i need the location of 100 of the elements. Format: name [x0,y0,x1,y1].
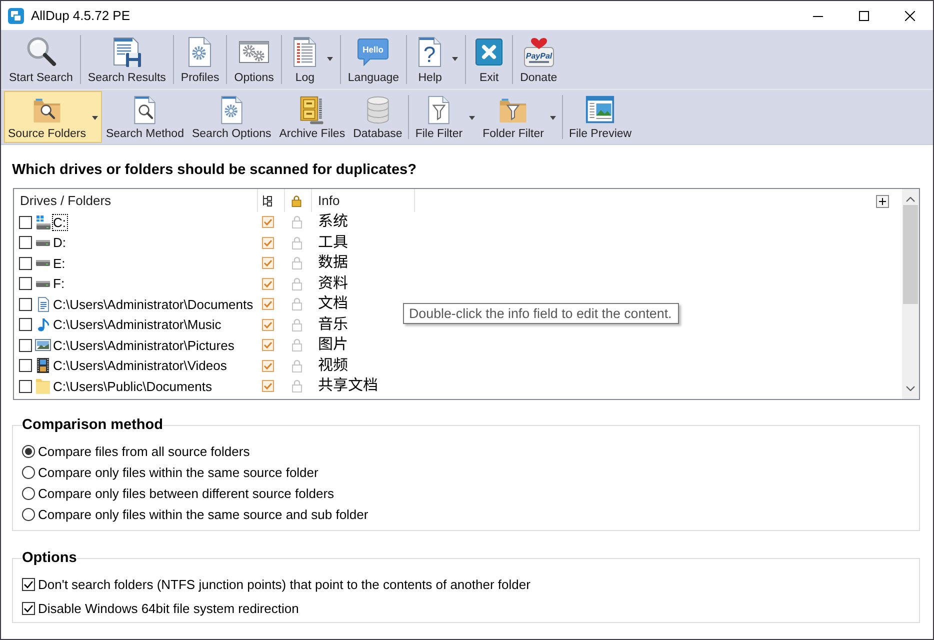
document-disk-icon [110,36,143,68]
radio-option[interactable]: Compare files from all source folders [22,441,250,462]
tick-box-icon[interactable] [262,318,274,331]
caret-icon[interactable] [550,116,556,120]
toolbar-button[interactable]: Start Search [4,30,78,89]
toolbar-button[interactable]: Log [284,30,338,89]
info-text: 文档 [318,295,348,312]
folder-path[interactable]: C:\Users\Administrator\Videos [52,357,229,374]
column-header[interactable]: Info [312,189,415,212]
folder-path[interactable]: E: [52,254,68,272]
tick-box-icon[interactable] [262,216,274,228]
group-title: Comparison method [22,416,163,434]
group-title: Options [22,549,77,567]
folder-path[interactable]: C:\Users\Administrator\Music [52,316,224,334]
checkbox[interactable] [19,359,32,372]
drive-icon [36,260,50,266]
caret-icon[interactable] [92,116,98,120]
info-text: 共享文档 [318,377,378,394]
toolbar-button[interactable]: Exit [468,30,510,89]
tick-box-icon[interactable] [262,278,274,290]
checkbox[interactable] [19,277,32,290]
column-header[interactable]: Drives / Folders [14,189,258,212]
checkbox[interactable] [19,380,32,393]
radio-option[interactable]: Compare only files within the same source and sub folder [22,504,368,525]
radio-icon[interactable] [22,445,35,458]
folder-path[interactable]: F: [52,275,67,292]
film-icon [37,358,49,374]
info-text: 系统 [318,213,348,230]
checkbox-option[interactable]: Disable Windows 64bit file system redirection [22,596,299,620]
tick-box-icon[interactable] [262,298,274,310]
toolbar-button[interactable]: File Preview [564,91,636,143]
folder-path[interactable]: C: [52,214,68,231]
radio-icon[interactable] [22,487,35,500]
toolbar-button[interactable]: ? Help [409,30,464,89]
magnifier-icon [24,36,57,68]
drive-icon [36,240,50,246]
info-text: 数据 [318,254,348,272]
toolbar-button[interactable]: Options [229,30,279,89]
checkbox[interactable] [19,216,32,229]
folder-path[interactable]: C:\Users\Administrator\Pictures [52,336,236,354]
toolbar-button[interactable]: Folder Filter [478,91,560,143]
checkbox[interactable] [19,318,32,332]
toolbar-button[interactable]: Search Options [188,91,276,143]
checkbox-option[interactable]: Don't search folders (NTFS junction points) that point to the contents of another folder [22,572,530,596]
caret-icon[interactable] [468,116,475,120]
toolbar-button[interactable]: Archive Files [275,91,350,143]
checkbox[interactable] [19,236,32,250]
speech-bubble-icon: Hello [357,36,390,68]
music-note-icon [38,318,48,332]
document-icon [38,296,48,312]
checkbox[interactable] [19,256,32,270]
tree-icon[interactable] [262,194,273,206]
folder-path[interactable]: C:\Users\Public\Documents [52,378,214,395]
tick-box-icon[interactable] [262,360,274,372]
plus-button[interactable] [876,195,889,208]
tick-box-icon[interactable] [262,257,274,270]
toolbar-button[interactable]: PayPal Donate [515,30,562,89]
radio-option[interactable]: Compare only files within the same source folder [22,462,318,483]
info-text: 视频 [318,356,348,374]
picture-icon [35,339,51,352]
toolbar-button[interactable]: File Filter [411,91,479,143]
checkbox[interactable] [19,298,32,311]
scroll-thumb[interactable] [903,205,918,304]
radio-icon[interactable] [22,508,35,521]
info-text: 工具 [318,234,348,251]
tick-box-icon[interactable] [262,339,274,352]
chevron-up-icon[interactable] [906,197,915,202]
windows-drive-icon [36,214,50,230]
info-text: 图片 [318,336,348,354]
chevron-down-icon[interactable] [906,386,915,391]
folder-path[interactable]: C:\Users\Administrator\Documents [52,296,256,313]
scrollbar[interactable] [902,189,919,399]
toolbar-button[interactable]: Source Folders [4,91,102,143]
tick-box-icon[interactable] [262,236,274,249]
info-text: 资料 [318,274,348,292]
preview-window-icon [585,95,616,125]
x-square-icon [473,36,506,68]
caret-icon[interactable] [452,57,458,61]
plus-icon[interactable] [879,198,886,205]
toolbar-button[interactable]: Search Method [102,91,188,143]
folder-icon [36,378,50,394]
checkbox-icon[interactable] [22,602,35,614]
window-title: AllDup 4.5.72 PE [31,8,132,23]
lock-icon[interactable] [291,194,302,206]
close-icon[interactable] [905,10,915,20]
tooltip: Double-click the info field to edit the content. [403,303,679,324]
folder-path[interactable]: D: [52,234,68,252]
tick-box-icon[interactable] [262,380,274,392]
toolbar-button[interactable]: Database [349,91,406,143]
info-text: 音乐 [318,316,348,333]
toolbar-button[interactable]: Search Results [82,30,171,89]
maximize-icon[interactable] [859,10,869,20]
caret-icon[interactable] [326,57,333,61]
toolbar-button[interactable]: Hello Language [342,30,404,89]
checkbox[interactable] [19,338,32,352]
app-icon [8,8,24,24]
radio-option[interactable]: Compare only files between different source folders [22,483,334,504]
checkbox-icon[interactable] [22,578,35,590]
toolbar-button[interactable]: Profiles [176,30,224,89]
radio-icon[interactable] [22,466,35,479]
